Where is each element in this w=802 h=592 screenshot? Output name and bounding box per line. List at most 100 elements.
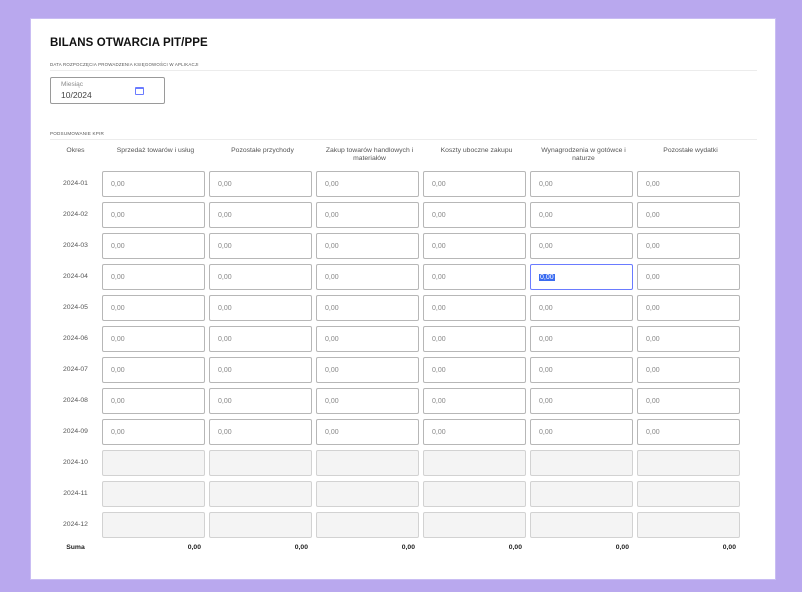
amount-input[interactable]: 0,00 bbox=[209, 170, 312, 197]
column-header: Wynagrodzenia w gotówce i naturze bbox=[541, 147, 626, 162]
amount-input[interactable]: 0,00 bbox=[209, 356, 312, 383]
amount-input[interactable]: 0,00 bbox=[102, 418, 205, 445]
amount-input[interactable]: 0,00 bbox=[530, 263, 633, 290]
column-header: Pozostałe przychody bbox=[231, 147, 294, 154]
amount-value: 0,00 bbox=[646, 211, 660, 219]
amount-input[interactable]: 0,00 bbox=[530, 232, 633, 259]
amount-input[interactable]: 0,00 bbox=[209, 418, 312, 445]
amount-input[interactable]: 0,00 bbox=[102, 263, 205, 290]
amount-value: 0,00 bbox=[325, 428, 339, 436]
amount-input[interactable]: 0,00 bbox=[637, 418, 740, 445]
month-value[interactable]: 10/2024 bbox=[61, 90, 92, 100]
amount-input[interactable]: 0,00 bbox=[316, 387, 419, 414]
amount-input[interactable]: 0,00 bbox=[102, 387, 205, 414]
amount-input[interactable]: 0,00 bbox=[530, 294, 633, 321]
amount-value: 0,00 bbox=[432, 242, 446, 250]
amount-input[interactable]: 0,00 bbox=[530, 170, 633, 197]
amount-value: 0,00 bbox=[325, 304, 339, 312]
amount-input[interactable]: 0,00 bbox=[209, 232, 312, 259]
amount-input[interactable]: 0,00 bbox=[102, 325, 205, 352]
amount-input bbox=[637, 449, 740, 476]
amount-input[interactable]: 0,00 bbox=[209, 263, 312, 290]
amount-input[interactable]: 0,00 bbox=[316, 325, 419, 352]
amount-value: 0,00 bbox=[432, 273, 446, 281]
period-label: 2024-06 bbox=[63, 335, 88, 342]
amount-input[interactable]: 0,00 bbox=[423, 201, 526, 228]
amount-value: 0,00 bbox=[539, 304, 553, 312]
amount-input[interactable]: 0,00 bbox=[316, 232, 419, 259]
sum-value: 0,00 bbox=[401, 543, 415, 551]
amount-input[interactable]: 0,00 bbox=[102, 294, 205, 321]
amount-value: 0,00 bbox=[646, 366, 660, 374]
table-row: 2024-05 0,00 0,00 0,00 0,00 0,00 0,00 bbox=[49, 292, 744, 323]
amount-input[interactable]: 0,00 bbox=[530, 418, 633, 445]
amount-input[interactable]: 0,00 bbox=[102, 170, 205, 197]
amount-input[interactable]: 0,00 bbox=[316, 263, 419, 290]
amount-input[interactable]: 0,00 bbox=[209, 325, 312, 352]
amount-input[interactable]: 0,00 bbox=[316, 418, 419, 445]
amount-input bbox=[530, 511, 633, 538]
amount-input[interactable]: 0,00 bbox=[423, 170, 526, 197]
amount-input[interactable]: 0,00 bbox=[423, 387, 526, 414]
period-label: 2024-04 bbox=[63, 273, 88, 280]
amount-input[interactable]: 0,00 bbox=[637, 294, 740, 321]
amount-value: 0,00 bbox=[432, 428, 446, 436]
amount-input[interactable]: 0,00 bbox=[530, 325, 633, 352]
amount-value: 0,00 bbox=[646, 242, 660, 250]
amount-input[interactable]: 0,00 bbox=[637, 387, 740, 414]
kpir-summary-heading: PODSUMOWANIE KPIR bbox=[50, 131, 105, 136]
amount-input[interactable]: 0,00 bbox=[209, 201, 312, 228]
sum-row: Suma 0,00 0,00 0,00 0,00 0,00 0,00 bbox=[49, 540, 744, 554]
sum-value: 0,00 bbox=[187, 543, 201, 551]
amount-input[interactable]: 0,00 bbox=[637, 170, 740, 197]
table-row: 2024-12 bbox=[49, 509, 744, 540]
table-row: 2024-01 0,00 0,00 0,00 0,00 0,00 0,00 bbox=[49, 168, 744, 199]
amount-input[interactable]: 0,00 bbox=[423, 232, 526, 259]
amount-input[interactable]: 0,00 bbox=[637, 325, 740, 352]
amount-input[interactable]: 0,00 bbox=[316, 170, 419, 197]
amount-input[interactable]: 0,00 bbox=[316, 356, 419, 383]
amount-value: 0,00 bbox=[539, 211, 553, 219]
column-header: Koszty uboczne zakupu bbox=[440, 147, 513, 154]
period-label: 2024-07 bbox=[63, 366, 88, 373]
amount-input[interactable]: 0,00 bbox=[209, 294, 312, 321]
amount-input[interactable]: 0,00 bbox=[423, 263, 526, 290]
amount-input[interactable]: 0,00 bbox=[102, 232, 205, 259]
period-label: 2024-10 bbox=[63, 459, 88, 466]
amount-input bbox=[637, 511, 740, 538]
period-label: 2024-01 bbox=[63, 180, 88, 187]
start-date-heading: DATA ROZPOCZĘCIA PROWADZENIA KSIĘGOWOŚCI… bbox=[50, 62, 199, 67]
amount-input[interactable]: 0,00 bbox=[102, 201, 205, 228]
calendar-icon[interactable] bbox=[135, 87, 144, 95]
amount-input[interactable]: 0,00 bbox=[316, 201, 419, 228]
amount-value: 0,00 bbox=[325, 180, 339, 188]
amount-input[interactable]: 0,00 bbox=[102, 356, 205, 383]
amount-input[interactable]: 0,00 bbox=[637, 232, 740, 259]
amount-input[interactable]: 0,00 bbox=[530, 387, 633, 414]
amount-value: 0,00 bbox=[432, 211, 446, 219]
amount-input[interactable]: 0,00 bbox=[423, 325, 526, 352]
amount-input[interactable]: 0,00 bbox=[637, 201, 740, 228]
amount-value: 0,00 bbox=[539, 242, 553, 250]
amount-input bbox=[209, 511, 312, 538]
amount-input bbox=[637, 480, 740, 507]
sum-label: Suma bbox=[66, 543, 85, 551]
amount-input bbox=[102, 449, 205, 476]
month-picker[interactable]: Miesiąc 10/2024 bbox=[50, 77, 165, 104]
amount-value: 0,00 bbox=[218, 242, 232, 250]
amount-input[interactable]: 0,00 bbox=[530, 201, 633, 228]
amount-input[interactable]: 0,00 bbox=[316, 294, 419, 321]
page-title: BILANS OTWARCIA PIT/PPE bbox=[50, 37, 208, 49]
amount-value: 0,00 bbox=[646, 304, 660, 312]
amount-input[interactable]: 0,00 bbox=[637, 263, 740, 290]
amount-value: 0,00 bbox=[218, 397, 232, 405]
amount-input[interactable]: 0,00 bbox=[530, 356, 633, 383]
sum-value: 0,00 bbox=[615, 543, 629, 551]
table-row: 2024-02 0,00 0,00 0,00 0,00 0,00 0,00 bbox=[49, 199, 744, 230]
amount-input[interactable]: 0,00 bbox=[209, 387, 312, 414]
amount-input[interactable]: 0,00 bbox=[423, 418, 526, 445]
table-row: 2024-08 0,00 0,00 0,00 0,00 0,00 0,00 bbox=[49, 385, 744, 416]
amount-input[interactable]: 0,00 bbox=[423, 294, 526, 321]
amount-input[interactable]: 0,00 bbox=[637, 356, 740, 383]
amount-input[interactable]: 0,00 bbox=[423, 356, 526, 383]
